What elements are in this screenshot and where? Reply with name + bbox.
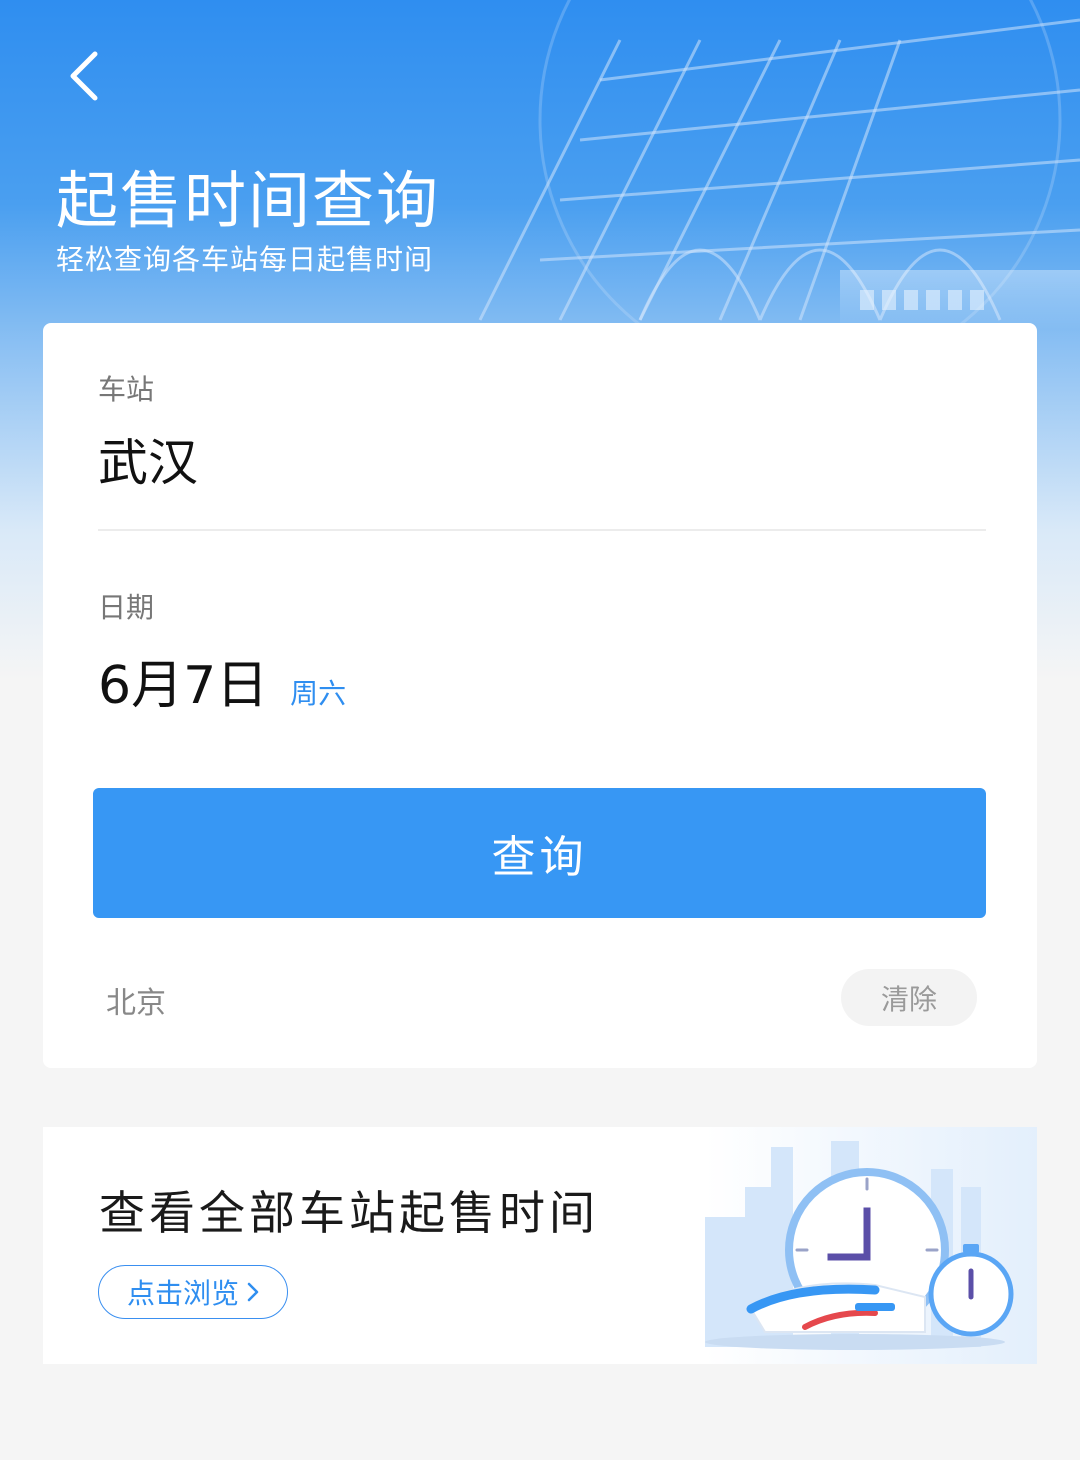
station-field[interactable]: 武汉 [98,423,198,495]
browse-link-label: 点击浏览 [126,1277,239,1310]
clock-train-illustration [705,1127,1037,1364]
weekday-label: 周六 [290,677,347,710]
chevron-right-icon [247,1282,259,1302]
clear-history-button[interactable]: 清除 [841,969,977,1026]
chevron-left-icon [70,51,98,101]
promo-title: 查看全部车站起售时间 [99,1186,599,1240]
search-card: 车站 武汉 日期 6月7日 周六 查询 北京 清除 [43,323,1037,1068]
page-title: 起售时间查询 [56,164,441,237]
station-label: 车站 [98,373,155,406]
divider [98,529,986,531]
all-stations-banner[interactable]: 查看全部车站起售时间 点击浏览 [43,1127,1037,1364]
date-label: 日期 [98,591,155,624]
page-subtitle: 轻松查询各车站每日起售时间 [56,243,434,276]
query-button[interactable]: 查询 [93,788,986,918]
date-field[interactable]: 6月7日 周六 [98,643,346,718]
browse-link[interactable]: 点击浏览 [98,1265,288,1319]
date-value: 6月7日 [98,656,269,716]
back-button[interactable] [56,44,112,108]
history-item[interactable]: 北京 [106,978,166,1022]
